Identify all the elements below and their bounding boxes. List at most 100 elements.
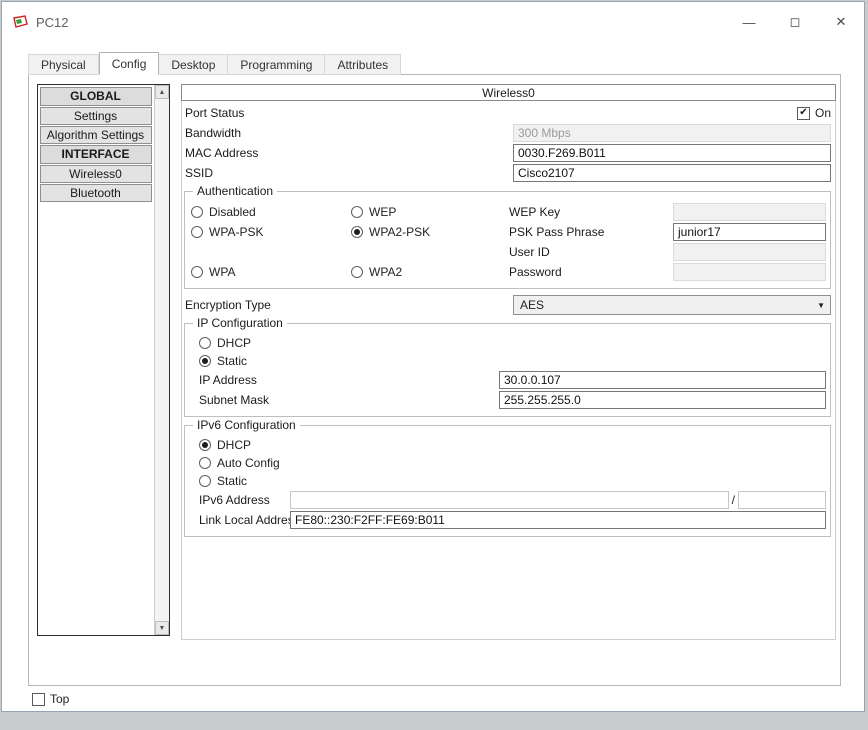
radio-disabled-label: Disabled: [209, 205, 256, 219]
sidebar-item-wireless0[interactable]: Wireless0: [39, 165, 152, 183]
radio-ipv6-dhcp[interactable]: [199, 439, 211, 451]
port-status-on-label: On: [814, 106, 831, 120]
panel-title: Wireless0: [181, 84, 836, 101]
mac-label: MAC Address: [185, 146, 259, 160]
scroll-up-icon[interactable]: ▲: [155, 85, 169, 99]
sidebar-list: GLOBAL Settings Algorithm Settings INTER…: [38, 86, 153, 204]
window-title: PC12: [36, 14, 69, 30]
radio-item-wpa-psk[interactable]: WPA-PSK: [191, 225, 351, 239]
sidebar-item-algorithm-settings[interactable]: Algorithm Settings: [39, 126, 152, 144]
subnet-mask-field[interactable]: 255.255.255.0: [499, 391, 826, 409]
tab-desktop[interactable]: Desktop: [159, 54, 229, 75]
radio-ipv6-static-label: Static: [217, 474, 248, 488]
authentication-group: Authentication Disabled WEP WEP Key WPA-…: [184, 184, 831, 289]
tab-programming[interactable]: Programming: [228, 54, 326, 75]
top-checkbox-row: Top: [32, 692, 69, 706]
radio-item-wpa2-psk[interactable]: WPA2-PSK: [351, 225, 509, 239]
radio-disabled[interactable]: [191, 206, 203, 218]
radio-item-ip-static[interactable]: Static: [191, 352, 826, 370]
tab-config[interactable]: Config: [98, 52, 160, 75]
encryption-type-label: Encryption Type: [185, 298, 271, 312]
auth-row-3: User ID: [191, 242, 826, 262]
tab-attributes[interactable]: Attributes: [325, 54, 402, 75]
tab-physical[interactable]: Physical: [28, 54, 99, 75]
radio-item-disabled[interactable]: Disabled: [191, 205, 351, 219]
psk-pass-phrase-field[interactable]: junior17: [673, 223, 826, 241]
auth-row-4: WPA WPA2 Password: [191, 262, 826, 282]
radio-item-ipv6-auto-config[interactable]: Auto Config: [191, 454, 826, 472]
password-label: Password: [509, 265, 562, 279]
ip-address-label: IP Address: [199, 373, 257, 387]
encryption-type-dropdown[interactable]: AES ▼: [513, 295, 831, 315]
ip-address-field[interactable]: 30.0.0.107: [499, 371, 826, 389]
ipv6-address-field[interactable]: [290, 491, 729, 509]
link-local-address-field[interactable]: FE80::230:F2FF:FE69:B011: [290, 511, 826, 529]
ip-address-row: IP Address 30.0.0.107: [191, 370, 826, 390]
ssid-row: SSID Cisco2107: [182, 163, 835, 183]
radio-wpa2-label: WPA2: [369, 265, 403, 279]
radio-item-wpa[interactable]: WPA: [191, 265, 351, 279]
radio-ipv6-dhcp-label: DHCP: [217, 438, 252, 452]
radio-ipv6-auto-config-label: Auto Config: [217, 456, 280, 470]
radio-wpa2-psk-label: WPA2-PSK: [369, 225, 431, 239]
close-icon[interactable]: ✕: [818, 2, 864, 42]
radio-wpa2[interactable]: [351, 266, 363, 278]
radio-ipv6-static[interactable]: [199, 475, 211, 487]
radio-ip-static[interactable]: [199, 355, 211, 367]
sidebar-scrollbar[interactable]: ▲ ▼: [154, 85, 169, 635]
scroll-down-icon[interactable]: ▼: [155, 621, 169, 635]
radio-item-wep[interactable]: WEP: [351, 205, 509, 219]
radio-wpa2-psk[interactable]: [351, 226, 363, 238]
maximize-icon[interactable]: ◻: [772, 2, 818, 42]
mac-row: MAC Address 0030.F269.B011: [182, 143, 835, 163]
bandwidth-label: Bandwidth: [185, 126, 242, 140]
ipv6-configuration-legend: IPv6 Configuration: [193, 418, 300, 432]
sidebar-header-global: GLOBAL: [39, 87, 152, 106]
radio-item-ipv6-dhcp[interactable]: DHCP: [191, 436, 826, 454]
auth-row-1: Disabled WEP WEP Key: [191, 202, 826, 222]
link-local-row: Link Local Address: FE80::230:F2FF:FE69:…: [191, 510, 826, 530]
subnet-mask-row: Subnet Mask 255.255.255.0: [191, 390, 826, 410]
link-local-address-label: Link Local Address:: [199, 513, 304, 527]
radio-wpa[interactable]: [191, 266, 203, 278]
mac-field[interactable]: 0030.F269.B011: [513, 144, 831, 162]
user-id-field: [673, 243, 826, 261]
radio-ip-static-label: Static: [217, 354, 248, 368]
radio-item-ipv6-static[interactable]: Static: [191, 472, 826, 490]
auth-row-2: WPA-PSK WPA2-PSK PSK Pass Phrase junior1…: [191, 222, 826, 242]
radio-ip-dhcp[interactable]: [199, 337, 211, 349]
pc12-config-window: PC12 — ◻ ✕ Physical Config Desktop Progr…: [1, 1, 865, 712]
bandwidth-row: Bandwidth 300 Mbps: [182, 123, 835, 143]
wireless0-panel: Wireless0 Port Status On Bandwidth 300 M…: [181, 84, 836, 640]
top-checkbox[interactable]: [32, 692, 45, 706]
encryption-type-value: AES: [520, 298, 545, 312]
radio-wep[interactable]: [351, 206, 363, 218]
tabbar: Physical Config Desktop Programming Attr…: [28, 52, 402, 75]
wep-key-label: WEP Key: [509, 205, 561, 219]
sidebar: GLOBAL Settings Algorithm Settings INTER…: [37, 84, 170, 636]
sidebar-item-bluetooth[interactable]: Bluetooth: [39, 184, 152, 202]
ip-configuration-legend: IP Configuration: [193, 316, 287, 330]
radio-wpa-label: WPA: [209, 265, 236, 279]
bandwidth-field: 300 Mbps: [513, 124, 831, 142]
subnet-mask-label: Subnet Mask: [199, 393, 270, 407]
sidebar-item-settings[interactable]: Settings: [39, 107, 152, 125]
ip-configuration-group: IP Configuration DHCP Static IP Address …: [184, 316, 831, 417]
radio-ipv6-auto-config[interactable]: [199, 457, 211, 469]
ipv6-prefix-slash: /: [731, 493, 735, 507]
authentication-legend: Authentication: [193, 184, 278, 198]
ssid-field[interactable]: Cisco2107: [513, 164, 831, 182]
ipv6-prefix-field[interactable]: [738, 491, 826, 509]
radio-ip-dhcp-label: DHCP: [217, 336, 252, 350]
radio-item-ip-dhcp[interactable]: DHCP: [191, 334, 826, 352]
psk-pass-phrase-label: PSK Pass Phrase: [509, 225, 605, 239]
port-status-checkbox[interactable]: [796, 106, 810, 120]
minimize-icon[interactable]: —: [726, 2, 772, 42]
encryption-row: Encryption Type AES ▼: [182, 295, 835, 315]
radio-item-wpa2[interactable]: WPA2: [351, 265, 509, 279]
password-field: [673, 263, 826, 281]
titlebar[interactable]: PC12 — ◻ ✕: [2, 2, 864, 42]
top-label: Top: [50, 692, 70, 706]
ssid-label: SSID: [185, 166, 214, 180]
radio-wpa-psk[interactable]: [191, 226, 203, 238]
